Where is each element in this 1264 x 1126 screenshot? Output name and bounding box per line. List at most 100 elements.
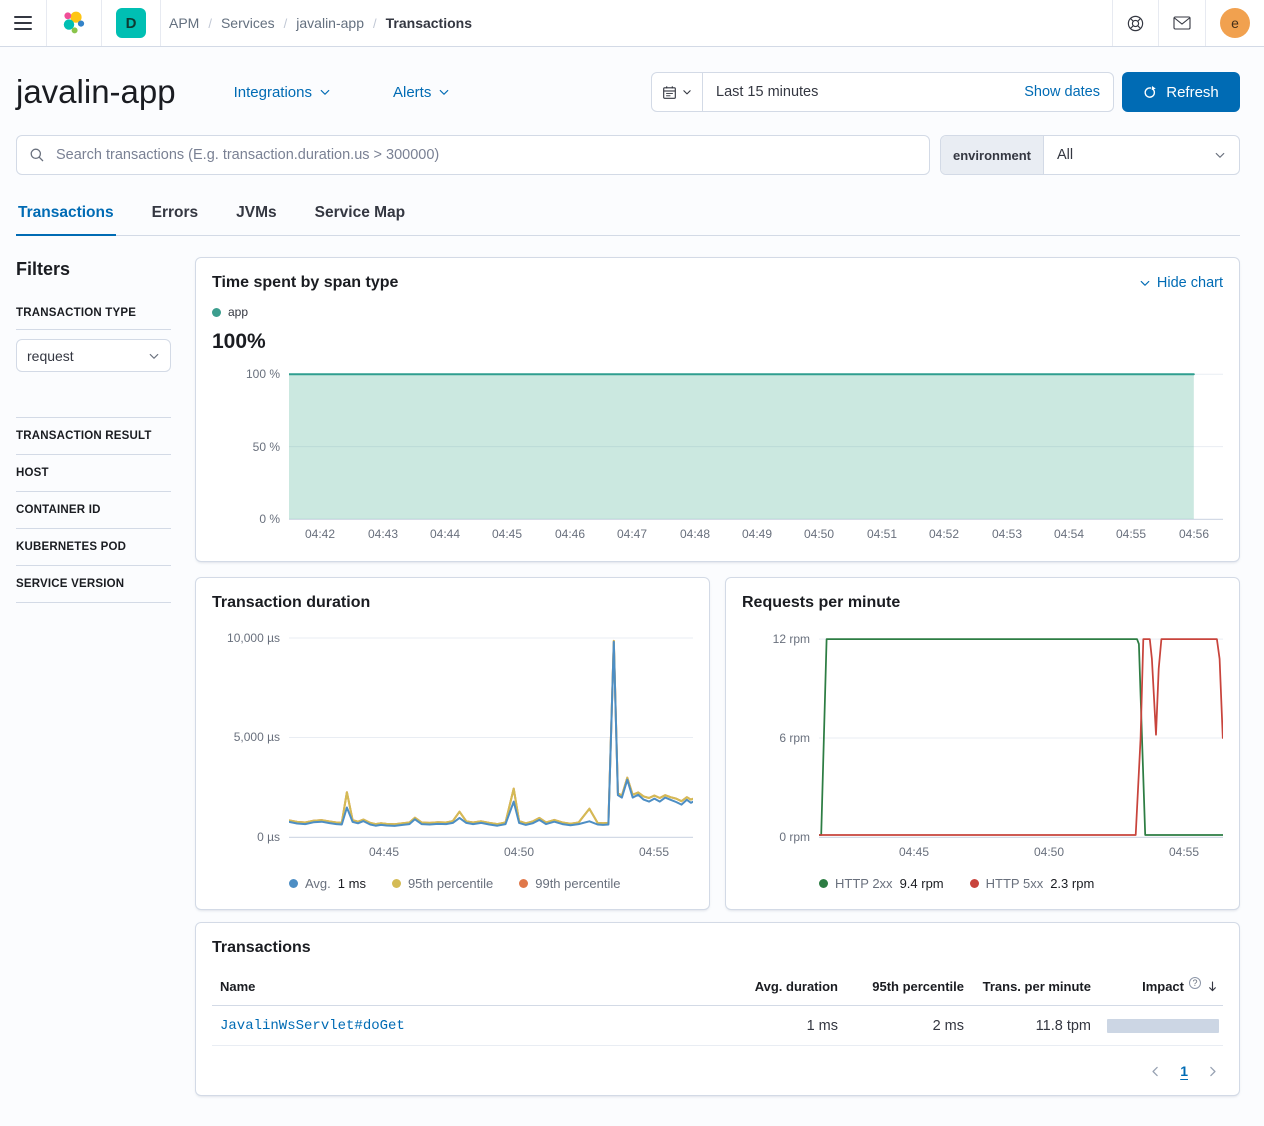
- transactions-table: Name Avg. duration 95th percentile Trans…: [212, 969, 1223, 1046]
- legend-item[interactable]: Avg.1 ms: [289, 876, 366, 891]
- column-header-95th-percentile: 95th percentile: [838, 979, 964, 994]
- hide-chart-link[interactable]: Hide chart: [1139, 275, 1223, 291]
- transaction-type-label: TRANSACTION TYPE: [16, 307, 171, 319]
- transaction-link[interactable]: JavalinWsServlet#doGet: [220, 1018, 405, 1034]
- tab-errors[interactable]: Errors: [150, 194, 201, 235]
- breadcrumb-separator: /: [284, 16, 288, 31]
- x-tick-label: 04:50: [804, 527, 834, 541]
- duration-title: Transaction duration: [212, 594, 693, 612]
- next-page-button[interactable]: [1206, 1065, 1219, 1078]
- x-tick-label: 04:54: [1054, 527, 1084, 541]
- y-tick-label: 0 %: [259, 512, 280, 526]
- filter-section-host[interactable]: HOST: [16, 454, 171, 479]
- requests-per-minute-panel: Requests per minute 12 rpm6 rpm0 rpm 04:…: [725, 577, 1240, 910]
- legend-label: HTTP 5xx: [986, 876, 1044, 891]
- tab-transactions[interactable]: Transactions: [16, 194, 116, 235]
- cell-trans-per-minute: 11.8 tpm: [964, 1018, 1091, 1034]
- y-tick-label: 10,000 µs: [227, 631, 280, 645]
- show-dates-link[interactable]: Show dates: [1024, 84, 1113, 100]
- x-tick-label: 04:50: [504, 845, 534, 859]
- legend-label: 99th percentile: [535, 876, 620, 891]
- legend-dot: [970, 879, 979, 888]
- alerts-menu[interactable]: Alerts: [393, 84, 450, 101]
- rpm-title: Requests per minute: [742, 594, 1223, 612]
- environment-label: environment: [941, 136, 1044, 174]
- x-tick-label: 04:45: [899, 845, 929, 859]
- filters-title: Filters: [16, 259, 171, 280]
- alerts-label: Alerts: [393, 84, 431, 101]
- quick-select-button[interactable]: [652, 73, 703, 111]
- filter-section-transaction-result[interactable]: TRANSACTION RESULT: [16, 417, 171, 442]
- x-axis: 04:4504:5004:55: [289, 845, 693, 863]
- pagination: 1: [212, 1063, 1223, 1079]
- divider: [16, 454, 171, 455]
- tab-service-map[interactable]: Service Map: [313, 194, 407, 235]
- integrations-menu[interactable]: Integrations: [234, 84, 331, 101]
- main-column: Time spent by span type Hide chart app 1…: [195, 257, 1240, 1096]
- transactions-table-title: Transactions: [212, 939, 1223, 957]
- integrations-label: Integrations: [234, 84, 312, 101]
- legend-label: app: [228, 305, 248, 319]
- legend-item[interactable]: 99th percentile: [519, 876, 620, 891]
- legend-item[interactable]: HTTP 2xx 9.4 rpm: [819, 876, 944, 891]
- cell-95th-percentile: 2 ms: [838, 1018, 964, 1034]
- x-tick-label: 04:53: [992, 527, 1022, 541]
- breadcrumb-transactions: Transactions: [386, 15, 472, 31]
- cell-avg-duration: 1 ms: [718, 1018, 838, 1034]
- filter-section-container-id[interactable]: CONTAINER ID: [16, 491, 171, 516]
- hide-chart-label: Hide chart: [1157, 275, 1223, 291]
- y-tick-label: 100 %: [246, 367, 280, 381]
- column-header-avg-duration: Avg. duration: [718, 979, 838, 994]
- x-tick-label: 04:50: [1034, 845, 1064, 859]
- x-tick-label: 04:45: [492, 527, 522, 541]
- newsfeed-button[interactable]: [1159, 0, 1205, 46]
- x-tick-label: 04:46: [555, 527, 585, 541]
- chevron-down-icon: [682, 87, 692, 97]
- span-time-plot: [289, 370, 1223, 520]
- filter-section-kubernetes-pod[interactable]: KUBERNETES POD: [16, 528, 171, 553]
- filter-section-label: TRANSACTION RESULT: [16, 430, 171, 442]
- menu-button[interactable]: [0, 0, 46, 46]
- y-axis: 12 rpm6 rpm0 rpm: [742, 628, 819, 838]
- previous-page-button[interactable]: [1149, 1065, 1162, 1078]
- help-button[interactable]: [1113, 0, 1158, 46]
- legend-item[interactable]: 95th percentile: [392, 876, 493, 891]
- user-menu[interactable]: e: [1206, 0, 1264, 46]
- span-legend-app[interactable]: app: [212, 305, 1223, 319]
- refresh-button[interactable]: Refresh: [1122, 72, 1240, 112]
- avatar: e: [1220, 8, 1250, 38]
- search-icon: [29, 147, 45, 163]
- legend-dot: [819, 879, 828, 888]
- column-header-impact[interactable]: Impact ?: [1091, 979, 1219, 994]
- span-time-panel: Time spent by span type Hide chart app 1…: [195, 257, 1240, 562]
- environment-select[interactable]: All: [1044, 136, 1239, 174]
- time-range-value[interactable]: Last 15 minutes: [703, 84, 1024, 100]
- hamburger-icon: [14, 16, 32, 30]
- legend-label: HTTP 2xx: [835, 876, 893, 891]
- x-tick-label: 04:43: [368, 527, 398, 541]
- impact-header-label: Impact: [1142, 979, 1184, 994]
- filter-section-service-version[interactable]: SERVICE VERSION: [16, 565, 171, 590]
- breadcrumb-service-name[interactable]: javalin-app: [296, 15, 364, 31]
- x-tick-label: 04:42: [305, 527, 335, 541]
- search-input[interactable]: [54, 146, 917, 164]
- breadcrumb-apm[interactable]: APM: [169, 15, 199, 31]
- content: Filters TRANSACTION TYPE request TRANSAC…: [0, 236, 1264, 1120]
- service-tabs: Transactions Errors JVMs Service Map: [16, 194, 1240, 236]
- legend-item[interactable]: HTTP 5xx2.3 rpm: [970, 876, 1095, 891]
- calendar-icon: [662, 85, 677, 100]
- column-header-name: Name: [220, 979, 718, 994]
- x-tick-label: 04:47: [617, 527, 647, 541]
- filter-section-label: CONTAINER ID: [16, 504, 171, 516]
- space-selector[interactable]: D: [102, 0, 160, 46]
- tab-jvms[interactable]: JVMs: [234, 194, 279, 235]
- elastic-logo[interactable]: [47, 0, 101, 46]
- x-tick-label: 04:55: [639, 845, 669, 859]
- legend-value: 9.4 rpm: [900, 876, 944, 891]
- page-header: javalin-app Integrations Alerts Last 15 …: [0, 47, 1264, 112]
- column-header-trans-per-minute: Trans. per minute: [964, 979, 1091, 994]
- breadcrumb-services[interactable]: Services: [221, 15, 275, 31]
- transaction-duration-panel: Transaction duration 10,000 µs5,000 µs0 …: [195, 577, 710, 910]
- page-number[interactable]: 1: [1180, 1063, 1188, 1079]
- transaction-type-select[interactable]: request: [16, 339, 171, 372]
